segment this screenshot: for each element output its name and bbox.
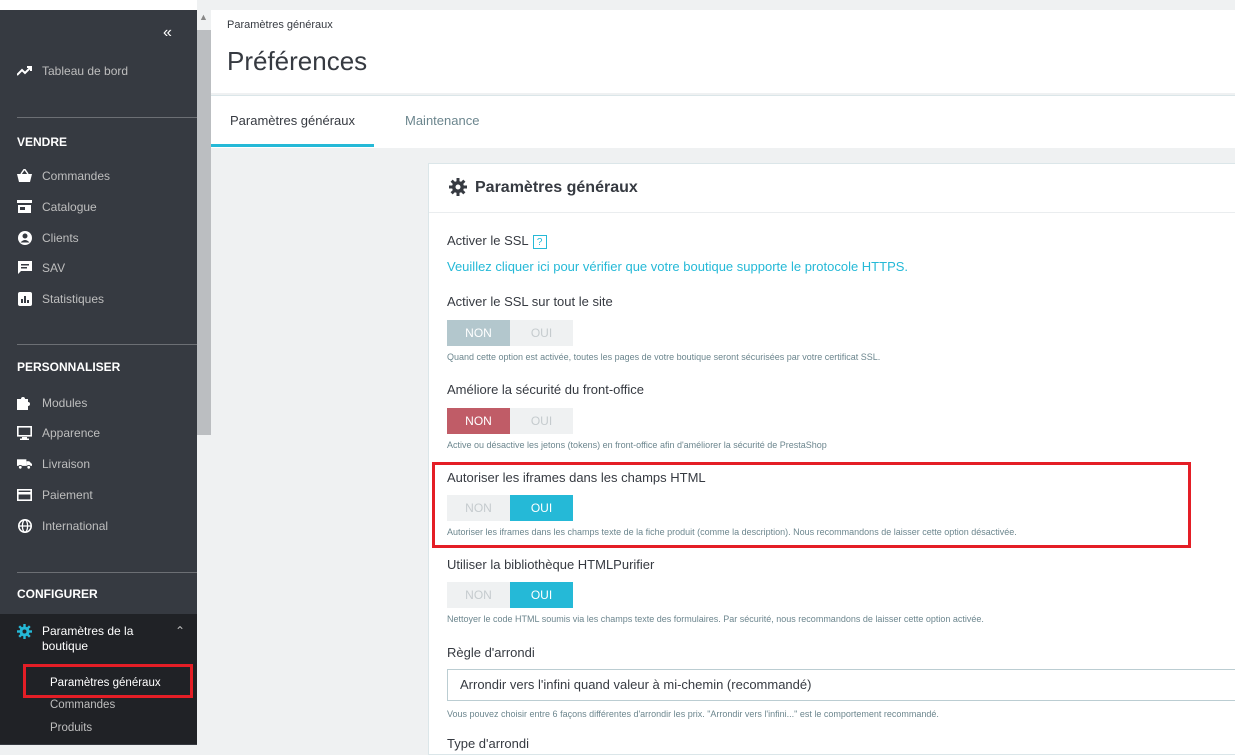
sidebar-item-dashboard[interactable]: Tableau de bord	[17, 63, 128, 78]
sidebar-item-appearance[interactable]: Apparence	[17, 425, 100, 440]
store-icon	[17, 199, 32, 214]
sidebar-item-payment[interactable]: Paiement	[17, 487, 93, 502]
chevron-up-icon[interactable]: ⌃	[175, 624, 185, 638]
cog-icon	[449, 178, 467, 201]
panel-title: Paramètres généraux	[475, 179, 638, 196]
sidebar-item-international[interactable]: International	[17, 518, 108, 533]
highlight-box-iframes	[432, 462, 1191, 548]
toggle-ssl-everywhere[interactable]: NON OUI	[447, 320, 574, 346]
page-title: Préférences	[227, 46, 368, 76]
sidebar-item-label: International	[42, 518, 109, 533]
field-label-ssl-everywhere: Activer le SSL sur tout le site	[447, 294, 613, 309]
desktop-icon	[17, 425, 32, 440]
field-label-rounding: Règle d'arrondi	[447, 645, 535, 660]
sidebar-item-catalog[interactable]: Catalogue	[17, 199, 97, 214]
sidebar-item-customers[interactable]: Clients	[17, 230, 79, 245]
field-label-htmlpurifier: Utiliser la bibliothèque HTMLPurifier	[447, 557, 655, 572]
page-header: Paramètres généraux Préférences	[211, 10, 1235, 93]
account-circle-icon	[17, 230, 32, 245]
sidebar-divider	[17, 344, 197, 345]
globe-icon	[17, 518, 32, 533]
toggle-option-yes[interactable]: OUI	[510, 582, 573, 608]
section-title-sell: VENDRE	[17, 135, 68, 149]
toggle-front-security[interactable]: NON OUI	[447, 408, 574, 434]
scroll-up-arrow-icon[interactable]: ▲	[199, 12, 208, 22]
ssl-label-text: Activer le SSL	[447, 233, 529, 248]
settings-panel: Paramètres généraux	[428, 163, 1235, 755]
trending-up-icon	[17, 63, 32, 78]
highlight-box-sidebar	[23, 664, 193, 698]
toggle-option-no[interactable]: NON	[447, 582, 510, 608]
sub-item-orders[interactable]: Commandes	[50, 699, 115, 711]
field-hint: Nettoyer le code HTML soumis via les cha…	[447, 614, 984, 624]
tab-maintenance[interactable]: Maintenance	[386, 96, 498, 147]
sidebar-item-label: SAV	[42, 260, 66, 275]
section-title-configure: CONFIGURER	[17, 587, 98, 601]
toggle-option-no[interactable]: NON	[447, 320, 510, 346]
toggle-option-yes[interactable]: OUI	[510, 408, 573, 434]
puzzle-icon	[17, 395, 32, 410]
sidebar-item-label: Livraison	[42, 456, 91, 471]
credit-card-icon	[17, 487, 32, 502]
rounding-select[interactable]: Arrondir vers l'infini quand valeur à mi…	[447, 669, 1235, 701]
sidebar-item-label: Modules	[42, 395, 88, 410]
sidebar-item-label: Clients	[42, 230, 79, 245]
sidebar-item-label: Commandes	[42, 168, 111, 183]
sidebar-item-modules[interactable]: Modules	[17, 395, 87, 410]
sidebar-scrollbar-thumb[interactable]	[197, 30, 211, 435]
sub-item-products[interactable]: Produits	[50, 722, 92, 734]
toggle-option-yes[interactable]: OUI	[510, 320, 573, 346]
panel-header: Paramètres généraux	[429, 164, 1235, 213]
field-label-front-security: Améliore la sécurité du front-office	[447, 382, 645, 397]
sidebar-item-label: Tableau de bord	[42, 63, 129, 78]
sidebar-divider	[17, 572, 197, 573]
ssl-check-link[interactable]: Veuillez cliquer ici pour vérifier que v…	[447, 259, 908, 274]
ssl-label: Activer le SSL?	[447, 233, 547, 249]
shopping-basket-icon	[17, 168, 32, 183]
help-icon[interactable]: ?	[532, 234, 547, 249]
sidebar: « Tableau de bord VENDRE Commandes Catal…	[0, 0, 197, 745]
sidebar-item-shop-parameters[interactable]: Paramètres de la boutique	[17, 624, 133, 654]
sidebar-item-stats[interactable]: Statistiques	[17, 291, 104, 306]
field-label-rounding-type: Type d'arrondi	[447, 736, 529, 751]
toggle-option-no[interactable]: NON	[447, 408, 510, 434]
sidebar-item-label: Catalogue	[42, 199, 97, 214]
tab-general-settings[interactable]: Paramètres généraux	[211, 96, 375, 147]
section-title-customize: PERSONNALISER	[17, 360, 121, 374]
settings-gear-icon	[17, 624, 32, 639]
toggle-htmlpurifier[interactable]: NON OUI	[447, 582, 574, 608]
chat-icon	[17, 260, 32, 275]
truck-icon	[17, 456, 32, 471]
field-hint: Vous pouvez choisir entre 6 façons diffé…	[447, 709, 939, 719]
sidebar-item-label: Paramètres de la boutique	[42, 624, 133, 654]
sidebar-item-label-line1: Paramètres de la	[42, 624, 134, 638]
sidebar-item-orders[interactable]: Commandes	[17, 168, 110, 183]
field-hint: Quand cette option est activée, toutes l…	[447, 352, 881, 362]
sidebar-divider	[17, 117, 197, 118]
sidebar-item-shipping[interactable]: Livraison	[17, 456, 90, 471]
sidebar-item-label: Statistiques	[42, 291, 105, 306]
sidebar-item-label: Apparence	[42, 425, 101, 440]
sidebar-item-label-line2: boutique	[42, 639, 89, 653]
tab-bar: Paramètres généraux Maintenance	[211, 95, 1235, 148]
sidebar-top-strip	[0, 0, 197, 10]
collapse-sidebar-icon[interactable]: «	[163, 24, 172, 42]
sidebar-item-label: Paiement	[42, 487, 93, 502]
sidebar-item-sav[interactable]: SAV	[17, 260, 65, 275]
breadcrumb[interactable]: Paramètres généraux	[227, 19, 333, 31]
bar-chart-icon	[17, 291, 32, 306]
field-hint: Active ou désactive les jetons (tokens) …	[447, 440, 827, 450]
